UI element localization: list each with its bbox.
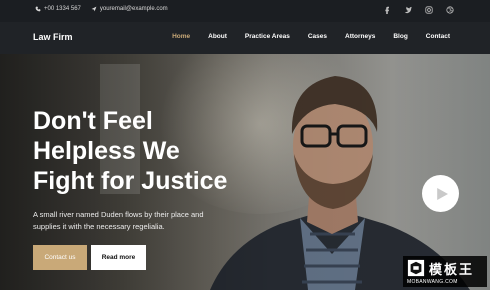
social-links: [382, 5, 454, 14]
email-text: youremail@example.com: [99, 6, 168, 12]
watermark-logo-icon: [407, 259, 425, 277]
instagram-icon[interactable]: [424, 5, 433, 14]
brand-logo[interactable]: Law Firm: [33, 32, 73, 42]
nav-item-about[interactable]: About: [208, 33, 227, 40]
nav-item-blog[interactable]: Blog: [393, 33, 407, 40]
nav-item-contact[interactable]: Contact: [426, 33, 450, 40]
watermark-cn: 模板王: [429, 262, 475, 277]
phone-icon: [35, 6, 41, 12]
facebook-icon[interactable]: [382, 5, 391, 14]
hero-subtext: A small river named Duden flows by their…: [33, 210, 204, 231]
contact-us-button[interactable]: Contact us: [33, 245, 87, 270]
play-video-button[interactable]: [422, 175, 459, 212]
headline-line-3: Fight for Justice: [33, 167, 228, 195]
nav-item-cases[interactable]: Cases: [308, 33, 327, 40]
nav-menu: Home About Practice Areas Cases Attorney…: [172, 33, 450, 40]
phone-text: +00 1334 567: [44, 6, 81, 12]
headline-line-2: Helpless We: [33, 137, 180, 165]
nav-item-attorneys[interactable]: Attorneys: [345, 33, 375, 40]
send-icon: [91, 6, 97, 12]
twitter-icon[interactable]: [403, 5, 412, 14]
main-nav: Law Firm Home About Practice Areas Cases…: [0, 22, 490, 54]
play-icon: [437, 187, 448, 200]
nav-item-practice-areas[interactable]: Practice Areas: [245, 33, 290, 40]
hero-section: Don't Feel Helpless We Fight for Justice…: [0, 54, 490, 290]
nav-item-home[interactable]: Home: [172, 33, 190, 40]
hero-headline: Don't Feel Helpless We Fight for Justice: [33, 106, 263, 196]
top-info-bar: +00 1334 567 youremail@example.com: [0, 0, 490, 22]
email-item[interactable]: youremail@example.com: [91, 6, 168, 12]
dribbble-icon[interactable]: [445, 5, 454, 14]
headline-line-1: Don't Feel: [33, 107, 153, 135]
contact-info: +00 1334 567 youremail@example.com: [35, 6, 168, 12]
phone-item[interactable]: +00 1334 567: [35, 6, 81, 12]
watermark-en: MOBANWANG.COM: [407, 279, 458, 285]
read-more-button[interactable]: Read more: [91, 245, 146, 270]
watermark: 模板王 MOBANWANG.COM: [403, 256, 487, 287]
